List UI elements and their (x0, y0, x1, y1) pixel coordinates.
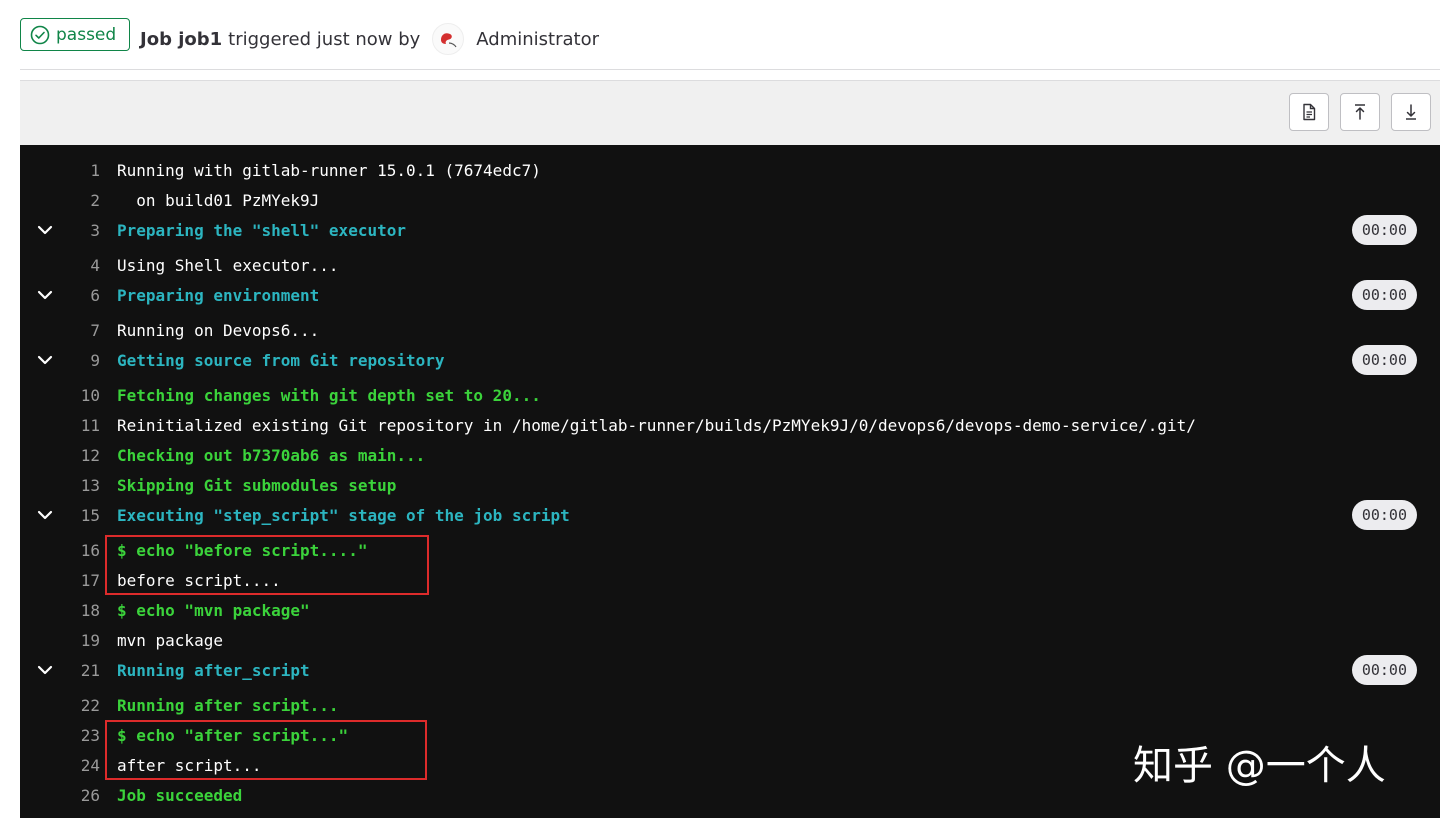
scroll-to-bottom-button[interactable] (1391, 93, 1431, 131)
line-text: Fetching changes with git depth set to 2… (117, 385, 541, 405)
line-text: on build01 PzMYek9J (117, 190, 320, 210)
line-text: Running after script... (117, 695, 339, 715)
chevron-down-icon[interactable] (36, 661, 54, 679)
line-number[interactable]: 10 (60, 386, 100, 405)
line-number[interactable]: 23 (60, 726, 100, 745)
line-number[interactable]: 9 (60, 351, 100, 370)
triggered-text: triggered just now by (228, 28, 421, 50)
line-text: $ echo "mvn package" (117, 600, 310, 620)
line-number[interactable]: 7 (60, 321, 100, 340)
line-number[interactable]: 17 (60, 571, 100, 590)
line-number[interactable]: 19 (60, 631, 100, 650)
section-duration-badge: 00:00 (1351, 500, 1417, 530)
arrow-down-icon (1406, 104, 1416, 120)
line-number[interactable]: 24 (60, 756, 100, 775)
log-toolbar (20, 80, 1440, 145)
line-text: Checking out b7370ab6 as main... (117, 445, 426, 465)
line-text: Running after_script (117, 660, 310, 680)
line-number[interactable]: 3 (60, 221, 100, 240)
line-text: Getting source from Git repository (117, 350, 445, 370)
status-badge-label: passed (56, 24, 117, 45)
line-number[interactable]: 6 (60, 286, 100, 305)
log-line: 22 Running after script... (20, 692, 1440, 718)
line-number[interactable]: 18 (60, 601, 100, 620)
job-name: Job job1 (140, 28, 223, 50)
job-log: 1 Running with gitlab-runner 15.0.1 (7674… (20, 145, 1440, 818)
log-section-header[interactable]: 3 Preparing the "shell" executor 00:00 (20, 215, 1440, 245)
file-icon (1303, 103, 1316, 121)
line-number[interactable]: 26 (60, 786, 100, 805)
log-line: 7 Running on Devops6... (20, 317, 1440, 343)
highlight-box (105, 720, 427, 780)
line-text: Reinitialized existing Git repository in… (117, 415, 1196, 435)
line-text: Skipping Git submodules setup (117, 475, 397, 495)
line-text: Using Shell executor... (117, 255, 339, 275)
section-duration-badge: 00:00 (1351, 655, 1417, 685)
section-duration-badge: 00:00 (1351, 215, 1417, 245)
highlight-box (105, 535, 429, 595)
avatar[interactable] (432, 23, 465, 55)
arrow-up-icon (1355, 104, 1365, 120)
line-text: Job succeeded (117, 785, 243, 805)
line-number[interactable]: 12 (60, 446, 100, 465)
user-avatar-icon (441, 33, 457, 48)
log-line: 19 mvn package (20, 627, 1440, 653)
log-line: 12 Checking out b7370ab6 as main... (20, 442, 1440, 468)
section-duration-badge: 00:00 (1351, 280, 1417, 310)
scroll-to-top-button[interactable] (1340, 93, 1380, 131)
line-text: Preparing the "shell" executor (117, 220, 406, 240)
status-badge[interactable]: passed (20, 18, 131, 51)
line-number[interactable]: 21 (60, 661, 100, 680)
log-section-header[interactable]: 9 Getting source from Git repository 00:00 (20, 345, 1440, 375)
log-line: 11 Reinitialized existing Git repository … (20, 412, 1440, 438)
chevron-down-icon[interactable] (36, 351, 54, 369)
log-line: 1 Running with gitlab-runner 15.0.1 (7674… (20, 157, 1440, 183)
line-number[interactable]: 22 (60, 696, 100, 715)
job-title-line: Job job1 triggered just now by Administr… (140, 23, 599, 55)
line-number[interactable]: 11 (60, 416, 100, 435)
line-text: Running with gitlab-runner 15.0.1 (7674e… (117, 160, 541, 180)
line-number[interactable]: 15 (60, 506, 100, 525)
log-line: 10 Fetching changes with git depth set to… (20, 382, 1440, 408)
line-text: mvn package (117, 630, 223, 650)
log-line: 4 Using Shell executor... (20, 252, 1440, 278)
watermark: 知乎 @一个人 (1133, 743, 1386, 789)
header-divider (20, 69, 1440, 70)
check-circle-icon (30, 25, 50, 45)
line-number[interactable]: 1 (60, 161, 100, 180)
chevron-down-icon[interactable] (36, 221, 54, 239)
line-number[interactable]: 13 (60, 476, 100, 495)
log-section-header[interactable]: 6 Preparing environment 00:00 (20, 280, 1440, 310)
line-text: Running on Devops6... (117, 320, 320, 340)
log-line: 13 Skipping Git submodules setup (20, 472, 1440, 498)
line-number[interactable]: 16 (60, 541, 100, 560)
section-duration-badge: 00:00 (1351, 345, 1417, 375)
line-text: Executing "step_script" stage of the job… (117, 505, 570, 525)
log-section-header[interactable]: 21 Running after_script 00:00 (20, 655, 1440, 685)
job-header: passed Job job1 triggered just now by Ad… (0, 0, 1440, 70)
line-number[interactable]: 4 (60, 256, 100, 275)
line-number[interactable]: 2 (60, 191, 100, 210)
line-text: Preparing environment (117, 285, 320, 305)
log-line: 2 on build01 PzMYek9J (20, 187, 1440, 213)
user-name[interactable]: Administrator (476, 29, 599, 50)
chevron-down-icon[interactable] (36, 286, 54, 304)
log-section-header[interactable]: 15 Executing "step_script" stage of the j… (20, 500, 1440, 530)
log-line: 18 $ echo "mvn package" (20, 597, 1440, 623)
raw-log-button[interactable] (1289, 93, 1329, 131)
chevron-down-icon[interactable] (36, 506, 54, 524)
